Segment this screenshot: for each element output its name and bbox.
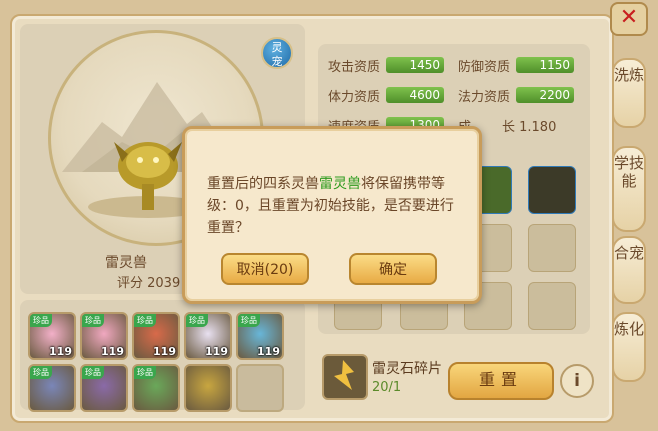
dialog-text-before: 重置后的四系灵兽 — [207, 176, 319, 192]
info-button[interactable]: i — [560, 364, 594, 398]
close-button[interactable]: ✕ — [610, 2, 648, 36]
pet-slot[interactable]: 珍品 119 — [236, 312, 284, 360]
tab-smelt[interactable]: 炼化 — [612, 312, 646, 382]
confirm-button[interactable]: 确定 — [349, 253, 437, 285]
dialog-highlight: 雷灵兽 — [319, 176, 361, 192]
stat-value: 2200 — [516, 87, 574, 103]
rarity-badge: 珍品 — [30, 314, 52, 327]
rarity-badge: 珍品 — [82, 366, 104, 379]
badge-line-1: 灵 — [271, 41, 283, 54]
empty-pet-slot[interactable] — [236, 364, 284, 412]
rarity-badge: 珍品 — [134, 314, 156, 327]
growth-value: 长 1.180 — [502, 120, 557, 135]
dialog-message: 重置后的四系灵兽雷灵兽将保留携带等级：0，且重置为初始技能，是否要进行重置？ — [207, 173, 459, 239]
spirit-pet-badge: 灵 宠 — [261, 37, 293, 69]
tab-label: 炼化 — [614, 320, 645, 338]
rarity-badge: 珍品 — [30, 366, 52, 379]
rarity-badge: 珍品 — [82, 314, 104, 327]
tab-label: 洗炼 — [614, 66, 645, 84]
skill-slot-empty[interactable] — [528, 282, 576, 330]
stat-label: 攻击资质 — [328, 60, 381, 75]
badge-line-2: 宠 — [271, 55, 283, 68]
stat-value: 1150 — [516, 57, 574, 73]
tab-label: 合宠 — [614, 244, 645, 262]
tab-merge-pet[interactable]: 合宠 — [612, 236, 646, 304]
skill-slot-empty[interactable] — [528, 224, 576, 272]
pet-name: 雷灵兽 — [105, 255, 147, 271]
rarity-badge: 珍品 — [186, 314, 208, 327]
pet-slot[interactable]: 珍品 — [28, 364, 76, 412]
pet-level: 119 — [101, 345, 124, 358]
confirm-dialog: 重置后的四系灵兽雷灵兽将保留携带等级：0，且重置为初始技能，是否要进行重置？ 取… — [182, 126, 482, 304]
pet-slot[interactable]: 珍品 — [80, 364, 128, 412]
shard-name: 雷灵石碎片 — [372, 361, 442, 377]
stat-value: 1450 — [386, 57, 444, 73]
pet-slot[interactable]: 珍品 119 — [28, 312, 76, 360]
stat-label: 防御资质 — [458, 60, 511, 75]
shard-icon — [322, 354, 368, 400]
pet-slot[interactable]: 珍品 119 — [132, 312, 180, 360]
pet-level: 119 — [205, 345, 228, 358]
pet-figure-lightning-beast[interactable] — [112, 132, 184, 212]
pet-slot[interactable]: 珍品 119 — [80, 312, 128, 360]
stat-label: 法力资质 — [458, 90, 511, 105]
stat-label: 体力资质 — [328, 90, 381, 105]
pet-slot[interactable] — [184, 364, 232, 412]
pet-score: 评分 2039 — [117, 276, 181, 291]
rarity-badge: 珍品 — [238, 314, 260, 327]
pet-slot[interactable]: 珍品 — [132, 364, 180, 412]
tab-refine[interactable]: 洗炼 — [612, 58, 646, 128]
rarity-badge: 珍品 — [134, 366, 156, 379]
tab-learn-skill[interactable]: 学技能 — [612, 146, 646, 232]
tab-label: 学技能 — [614, 154, 645, 190]
stat-value: 4600 — [386, 87, 444, 103]
skill-slot-2[interactable] — [528, 166, 576, 214]
shard-count: 20/1 — [372, 380, 402, 395]
pet-slot[interactable]: 珍品 119 — [184, 312, 232, 360]
reset-button[interactable]: 重置 — [448, 362, 554, 400]
pet-level: 119 — [49, 345, 72, 358]
pet-level: 119 — [257, 345, 280, 358]
cancel-button[interactable]: 取消(20) — [221, 253, 309, 285]
pet-level: 119 — [153, 345, 176, 358]
